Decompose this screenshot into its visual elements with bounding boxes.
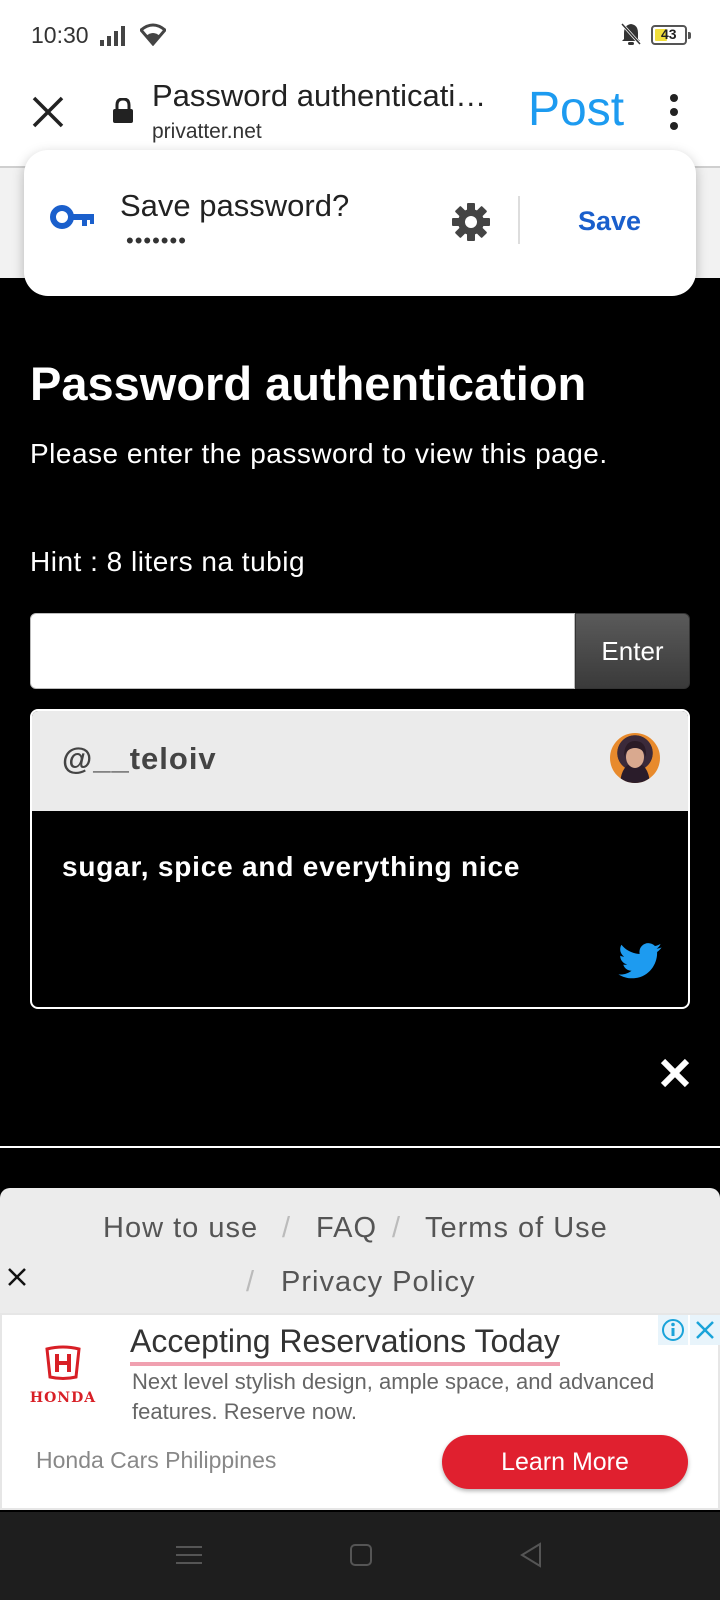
password-input[interactable] <box>30 613 575 689</box>
divider <box>0 1146 720 1148</box>
learn-more-button[interactable]: Learn More <box>442 1435 688 1489</box>
instruction-text: Please enter the password to view this p… <box>30 438 608 469</box>
hint-text: Hint : 8 liters na tubig <box>30 546 306 577</box>
save-password-prompt: Save password? ••••••• Save <box>24 150 696 296</box>
page-url[interactable]: privatter.net <box>152 120 262 144</box>
close-ad-icon[interactable] <box>6 1266 28 1288</box>
more-options-icon[interactable] <box>660 94 688 134</box>
footer-separator: / <box>282 1212 291 1244</box>
profile-card-header: @__teloiv <box>32 711 688 811</box>
ad-close-icon[interactable] <box>690 1315 720 1345</box>
ad-advertiser[interactable]: Honda Cars Philippines <box>36 1447 276 1474</box>
footer-link-how-to-use[interactable]: How to use <box>103 1212 258 1245</box>
footer-links: How to use / FAQ / Terms of Use / Privac… <box>0 1188 720 1313</box>
ad-description: Next level stylish design, ample space, … <box>132 1369 655 1424</box>
battery-icon: 43 <box>651 25 691 45</box>
profile-bio: sugar, spice and everything nice <box>62 851 521 882</box>
ad-headline[interactable]: Accepting Reservations Today <box>130 1323 560 1366</box>
battery-level: 43 <box>661 26 677 42</box>
footer-separator: / <box>392 1212 401 1244</box>
save-password-title: Save password? <box>120 188 350 223</box>
back-icon[interactable] <box>518 1542 544 1568</box>
masked-password: ••••••• <box>126 228 187 253</box>
honda-brand-text: HONDA <box>29 1390 97 1406</box>
gear-icon[interactable] <box>451 202 491 242</box>
close-tab-icon[interactable] <box>30 94 66 130</box>
bell-muted-icon <box>620 22 642 46</box>
page-title: Password authenticati… <box>152 78 487 113</box>
system-nav-bar <box>0 1512 720 1600</box>
divider <box>518 196 520 244</box>
footer-link-faq[interactable]: FAQ <box>316 1212 377 1245</box>
avatar[interactable] <box>610 733 660 783</box>
footer-link-privacy[interactable]: Privacy Policy <box>281 1266 476 1299</box>
lock-icon[interactable] <box>112 98 134 124</box>
status-time: 10:30 <box>31 22 89 48</box>
key-icon <box>50 205 94 229</box>
menu-icon[interactable] <box>176 1544 202 1566</box>
wifi-icon <box>140 23 166 46</box>
save-password-button[interactable]: Save <box>578 206 641 237</box>
close-icon[interactable] <box>660 1058 690 1088</box>
profile-card: @__teloiv sugar, spice and everything ni… <box>30 709 690 1009</box>
profile-handle[interactable]: @__teloiv <box>62 741 217 777</box>
post-button[interactable]: Post <box>528 82 624 137</box>
status-bar: 10:30 43 <box>0 0 720 72</box>
home-icon[interactable] <box>349 1543 373 1567</box>
footer-separator: / <box>246 1266 255 1298</box>
ad-banner[interactable]: HONDA Accepting Reservations Today Next … <box>0 1313 720 1510</box>
honda-h-icon <box>45 1345 81 1380</box>
twitter-bird-icon[interactable] <box>618 943 662 979</box>
ad-info-icon[interactable] <box>658 1315 688 1345</box>
enter-button[interactable]: Enter <box>575 613 690 689</box>
honda-logo: HONDA <box>24 1345 102 1406</box>
page-heading: Password authentication <box>30 357 587 410</box>
footer-link-terms[interactable]: Terms of Use <box>425 1212 608 1245</box>
cell-signal-icon <box>100 26 125 46</box>
